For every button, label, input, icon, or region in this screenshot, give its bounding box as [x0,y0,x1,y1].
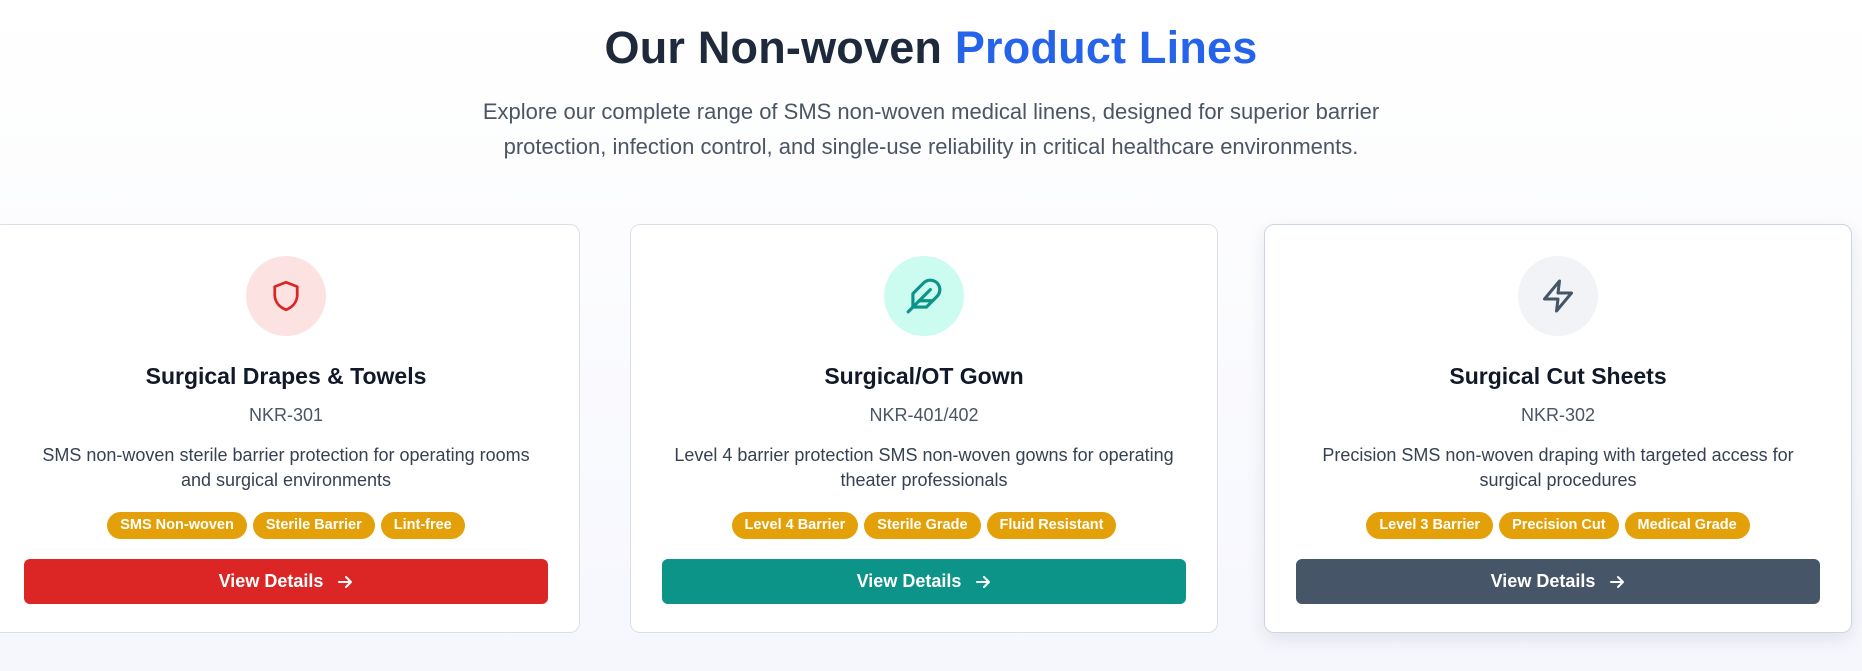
product-tag: Sterile Barrier [252,512,375,539]
arrow-right-icon [338,575,353,588]
title-accent: Product Lines [954,22,1258,73]
product-tags: SMS Non-woven Sterile Barrier Lint-free [0,512,579,539]
lightning-icon [1543,279,1573,313]
product-card-ot-gown: Surgical/OT Gown NKR-401/402 Level 4 bar… [630,224,1218,633]
button-label: View Details [218,571,324,591]
button-label: View Details [1490,571,1596,591]
view-details-button[interactable]: View Details [1296,559,1820,604]
product-tags: Level 3 Barrier Precision Cut Medical Gr… [1265,512,1851,539]
button-label: View Details [856,571,962,591]
feather-icon [906,278,942,314]
product-tag: Sterile Grade [864,512,981,539]
view-details-button[interactable]: View Details [662,559,1186,604]
product-card-surgical-drapes: Surgical Drapes & Towels NKR-301 SMS non… [0,224,580,633]
shield-icon [273,280,299,312]
product-cards: Surgical Drapes & Towels NKR-301 SMS non… [0,224,1862,636]
product-tags: Level 4 Barrier Sterile Grade Fluid Resi… [631,512,1217,539]
title-main: Our Non-woven [604,22,955,73]
page-title: Our Non-woven Product Lines [0,22,1862,74]
product-icon-badge [884,256,964,336]
product-code: NKR-401/402 [869,405,979,425]
product-tag: SMS Non-woven [107,512,247,539]
product-title: Surgical Cut Sheets [1449,363,1667,389]
product-description: SMS non-woven sterile barrier protection… [42,445,530,490]
product-title: Surgical/OT Gown [824,363,1024,389]
product-code: NKR-301 [248,405,324,425]
page-subtitle: Explore our complete range of SMS non-wo… [482,99,1380,159]
product-code: NKR-302 [1520,405,1596,425]
product-description: Level 4 barrier protection SMS non-woven… [674,445,1174,490]
product-title: Surgical Drapes & Towels [145,363,427,389]
product-tag: Fluid Resistant [986,512,1117,539]
product-tag: Level 3 Barrier [1366,512,1494,539]
view-details-button[interactable]: View Details [24,559,548,604]
product-icon-badge [246,256,326,336]
product-tag: Lint-free [380,512,465,539]
product-card-cut-sheets: Surgical Cut Sheets NKR-302 Precision SM… [1264,224,1852,633]
product-icon-badge [1518,256,1598,336]
product-tag: Precision Cut [1499,512,1619,539]
product-tag: Medical Grade [1624,512,1750,539]
product-description: Precision SMS non-woven draping with tar… [1322,445,1794,490]
arrow-right-icon [1610,575,1625,588]
product-tag: Level 4 Barrier [731,512,859,539]
arrow-right-icon [976,575,991,588]
